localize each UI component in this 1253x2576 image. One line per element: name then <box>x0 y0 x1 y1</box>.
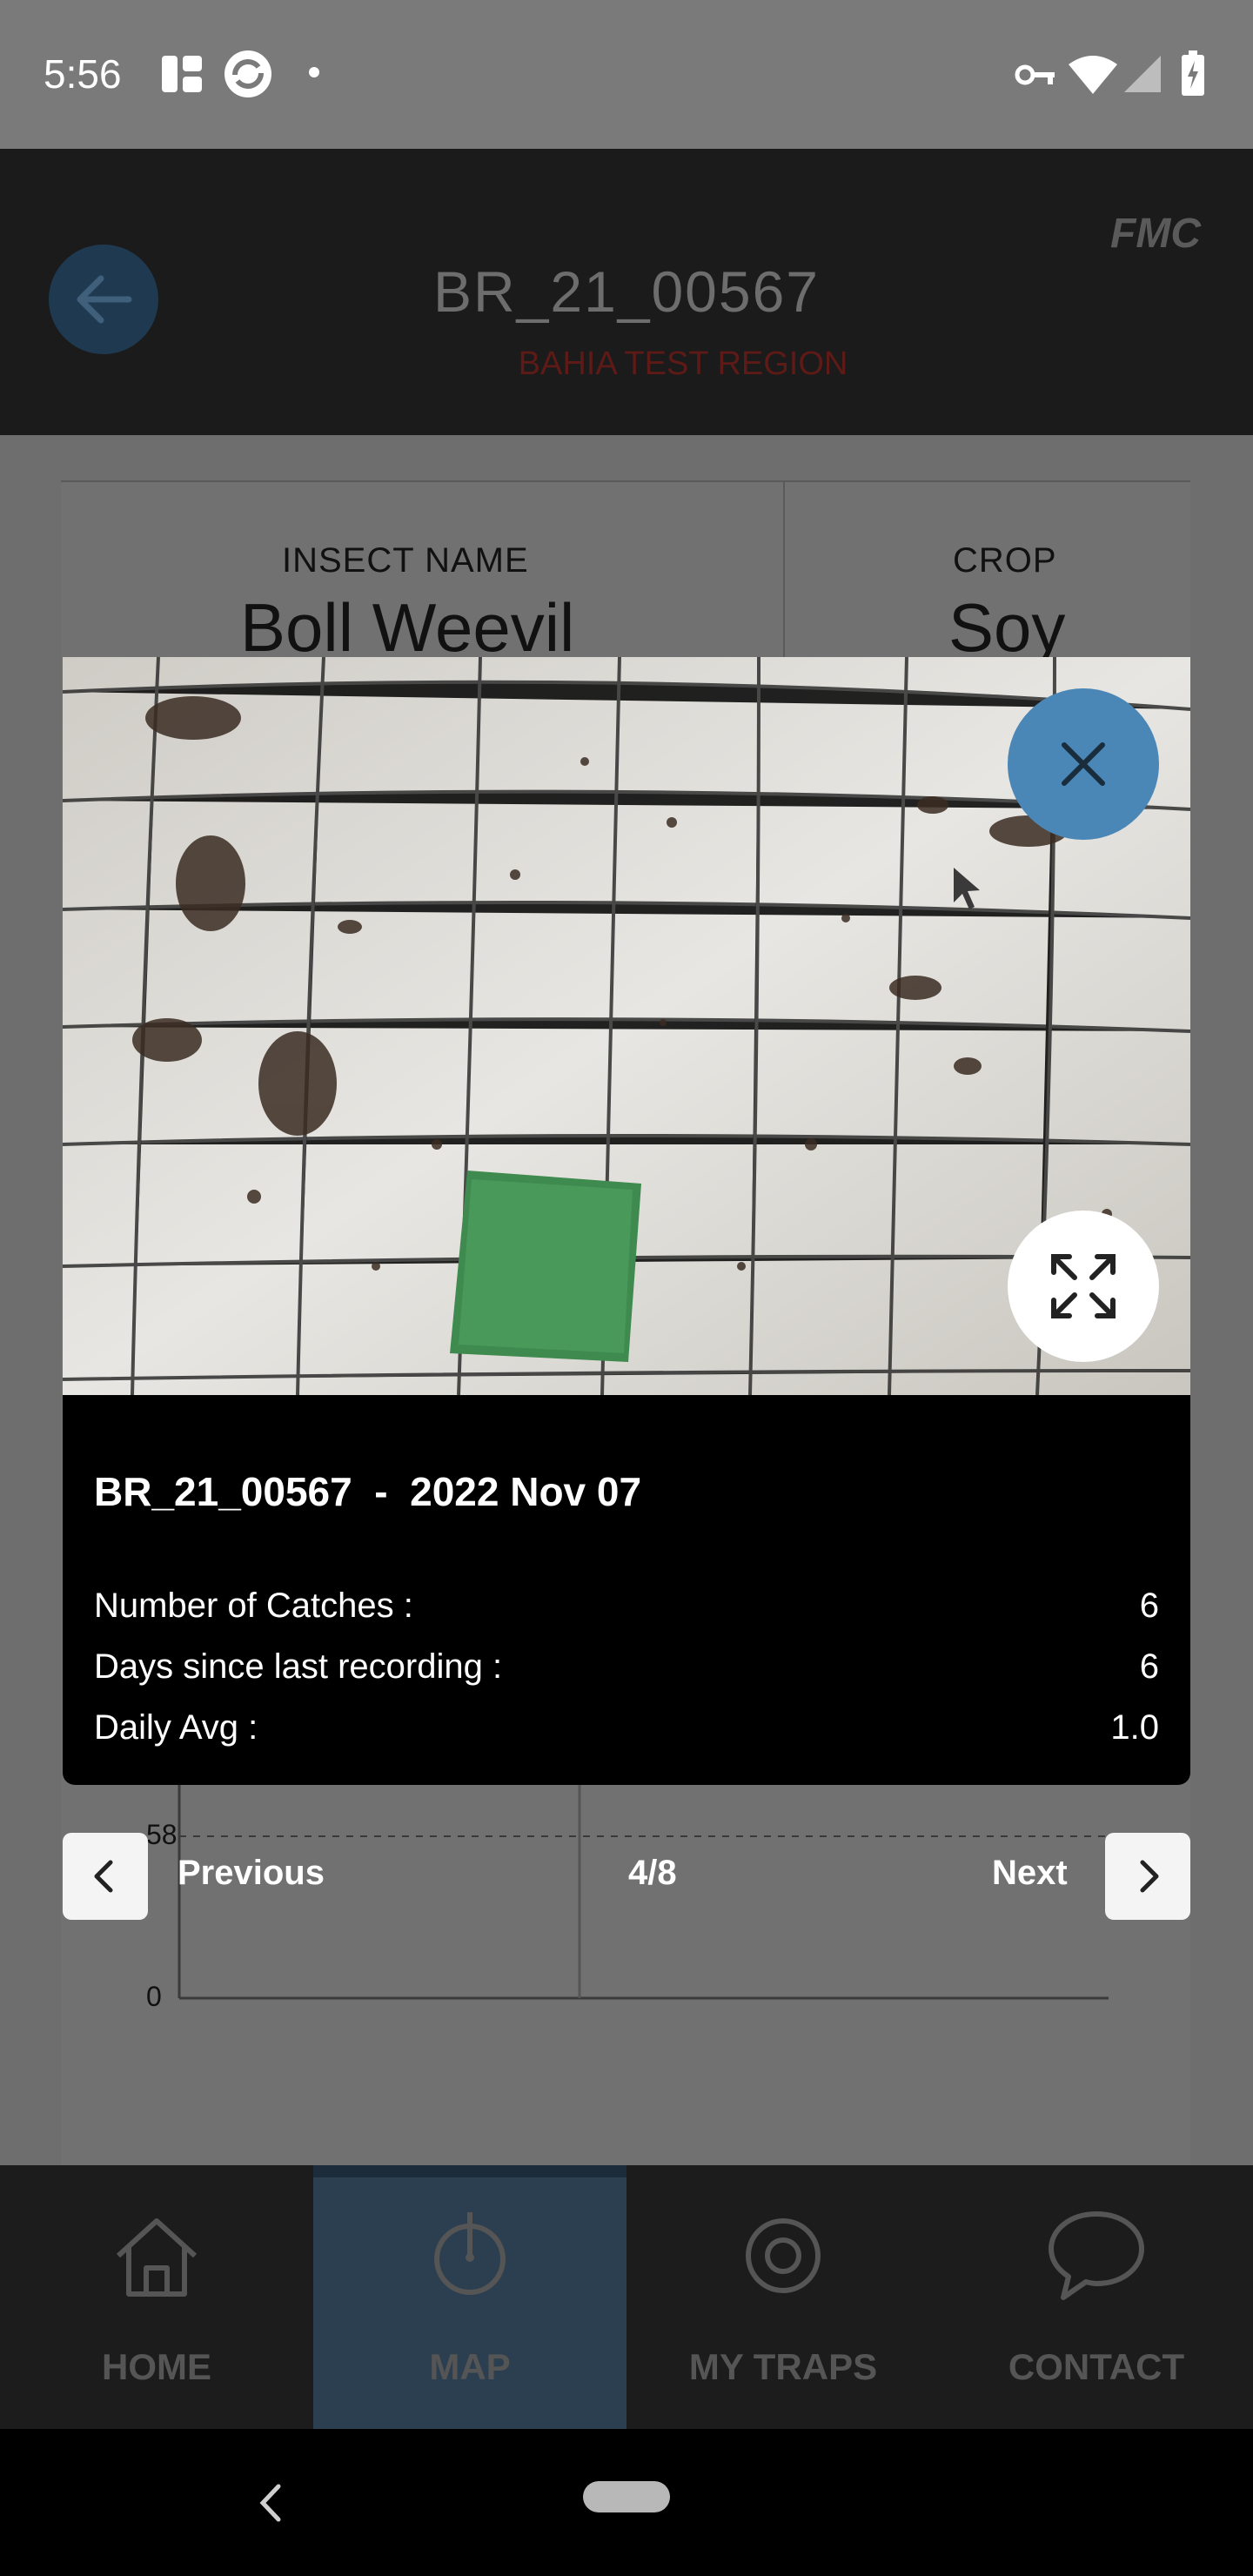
photo-title: BR_21_00567 - 2022 Nov 07 <box>94 1469 642 1514</box>
nav-my-traps[interactable]: MY TRAPS <box>626 2165 940 2429</box>
nav-my-traps-label: MY TRAPS <box>688 2346 878 2387</box>
nav-home-label: HOME <box>102 2346 211 2387</box>
chevron-left-icon <box>94 1860 113 1893</box>
nav-map-label: MAP <box>429 2346 511 2387</box>
catches-value: 6 <box>1139 1587 1159 1625</box>
daily-avg-value: 1.0 <box>1110 1708 1159 1747</box>
previous-button[interactable] <box>63 1833 148 1920</box>
nav-contact[interactable]: CONTACT <box>940 2165 1253 2429</box>
nav-home[interactable]: HOME <box>0 2165 313 2429</box>
next-label[interactable]: Next <box>992 1854 1068 1893</box>
next-button[interactable] <box>1105 1833 1190 1920</box>
page-indicator: 4/8 <box>628 1854 677 1892</box>
daily-avg-label: Daily Avg : <box>94 1708 258 1747</box>
chart-y-tick-label: 0 <box>146 1981 162 2012</box>
previous-label[interactable]: Previous <box>178 1854 325 1893</box>
days-since-value: 6 <box>1139 1647 1159 1686</box>
system-back-icon[interactable] <box>258 2483 284 2523</box>
days-since-label: Days since last recording : <box>94 1647 503 1686</box>
map-pin-icon <box>434 2212 506 2295</box>
close-button[interactable] <box>1008 688 1159 840</box>
photo-pager: Previous 4/8 Next <box>63 1833 1190 1920</box>
trap-photo-modal: BR_21_00567 - 2022 Nov 07 Number of Catc… <box>63 657 1190 1785</box>
bottom-navigation: HOME MAP MY TRAPS CONTACT <box>0 2165 1253 2429</box>
photo-info-panel: BR_21_00567 - 2022 Nov 07 Number of Catc… <box>63 1395 1190 1785</box>
fullscreen-button[interactable] <box>1008 1211 1159 1362</box>
system-navigation-bar <box>0 2429 1253 2576</box>
nav-map[interactable]: MAP <box>313 2165 626 2429</box>
chat-bubble-icon <box>1049 2211 1144 2300</box>
expand-icon <box>1051 1254 1116 1318</box>
chevron-right-icon <box>1140 1860 1159 1893</box>
green-reference-square <box>450 1171 641 1362</box>
system-home-pill[interactable] <box>583 2481 670 2512</box>
target-icon <box>746 2218 821 2293</box>
nav-contact-label: CONTACT <box>1008 2346 1185 2387</box>
catches-label: Number of Catches : <box>94 1587 413 1625</box>
home-icon <box>116 2218 198 2297</box>
close-icon <box>1062 742 1105 786</box>
